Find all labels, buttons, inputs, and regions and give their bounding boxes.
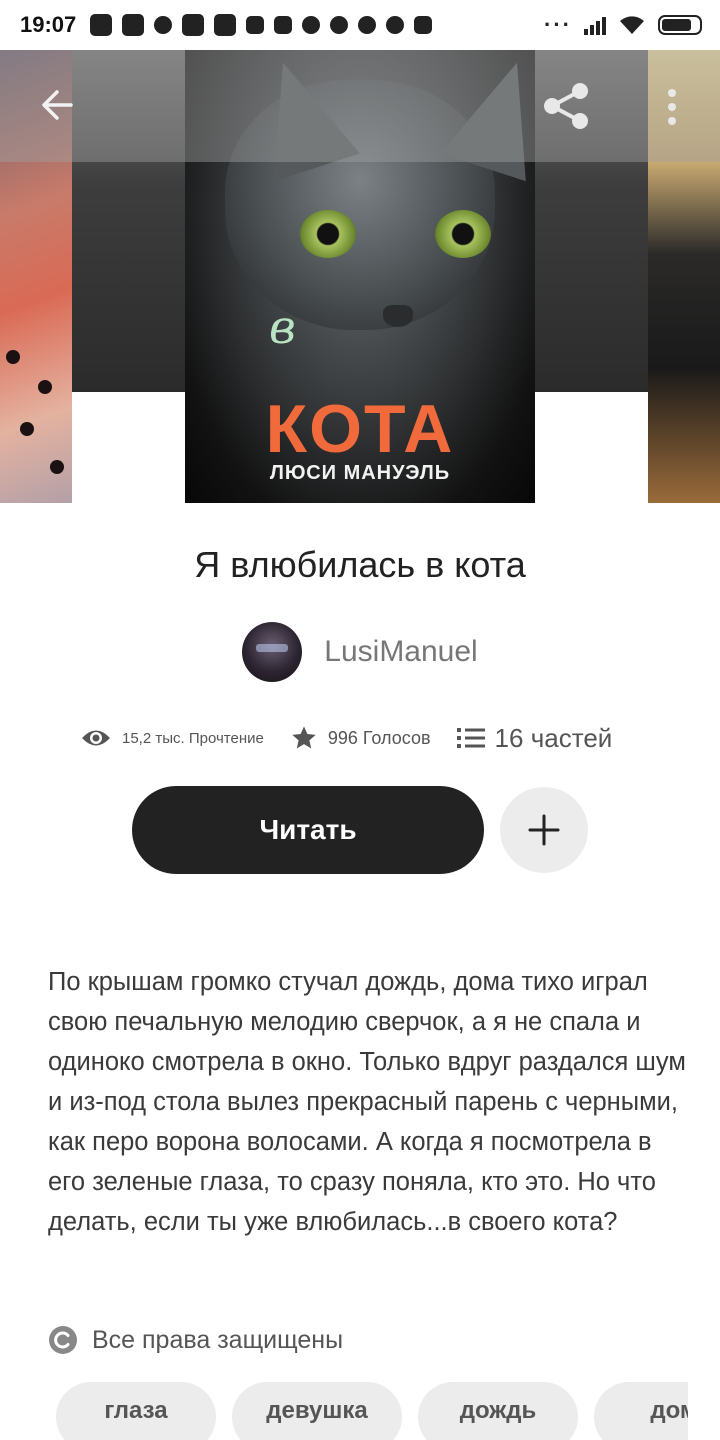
cover-preposition: в	[269, 300, 296, 354]
star-icon	[292, 726, 316, 749]
copyright-row: Все права защищены	[48, 1320, 343, 1360]
system-icons: ···	[544, 12, 702, 38]
votes-count: 996 Голосов	[327, 727, 431, 748]
cat-eye	[300, 210, 356, 258]
plus-icon	[528, 814, 560, 846]
story-stats: 15,2 тыс. Прочтение 996 Голосов 16 часте…	[80, 716, 660, 760]
author-row[interactable]: LusiManuel	[0, 620, 720, 684]
more-vertical-icon[interactable]	[654, 80, 690, 134]
arrow-left-icon	[42, 90, 73, 120]
download-icon	[414, 16, 433, 34]
tag-chip[interactable]: глаза	[56, 1382, 216, 1440]
reads-stat: 15,2 тыс. Прочтение	[80, 727, 264, 749]
drop-icon	[330, 16, 349, 34]
parts-stat: 16 частей	[456, 722, 613, 754]
tag-chip[interactable]: дождь	[418, 1382, 578, 1440]
copyright-text: Все права защищены	[92, 1325, 344, 1354]
assistant-icon	[154, 16, 173, 34]
cover-title: КОТА	[265, 391, 455, 467]
share-icon	[544, 83, 588, 129]
drop-icon	[302, 16, 321, 34]
youtube-icon	[214, 14, 237, 36]
drop-icon	[358, 16, 377, 34]
battery-icon	[658, 15, 702, 35]
youtube-icon	[182, 14, 205, 36]
notification-icons	[90, 14, 433, 36]
avatar[interactable]	[242, 622, 303, 682]
eye-icon	[82, 730, 110, 746]
tag-chip[interactable]: девушка	[232, 1382, 402, 1440]
reads-count: 15,2 тыс. Прочтение	[122, 729, 264, 747]
list-icon	[456, 728, 485, 748]
story-title: Я влюбилась в кота	[194, 544, 526, 585]
wifi-icon	[620, 16, 644, 34]
status-time: 19:07	[20, 12, 77, 37]
cover-author: ЛЮСИ МАНУЭЛЬ	[269, 462, 451, 484]
votes-stat: 996 Голосов	[290, 724, 431, 752]
app-notification-icon	[122, 14, 145, 36]
tiktok-icon	[246, 16, 265, 34]
story-description: По крышам громко стучал дождь, дома тихо…	[48, 968, 686, 1236]
tags-row: глаза девушка дождь дом	[56, 1382, 688, 1440]
app-notification-icon	[90, 14, 113, 36]
add-to-library-button[interactable]	[500, 787, 588, 873]
more-notifications-icon: ···	[544, 12, 572, 37]
share-button[interactable]	[538, 78, 594, 134]
cover-carousel[interactable]: в КОТА ЛЮСИ МАНУЭЛЬ	[0, 50, 720, 503]
copyright-icon	[49, 1326, 77, 1354]
status-bar: 19:07 ···	[0, 0, 720, 50]
cat-nose	[383, 305, 413, 327]
back-button[interactable]	[30, 78, 84, 132]
signal-icon	[584, 15, 606, 35]
toolbar-overlay	[0, 50, 720, 162]
tag-chip[interactable]: дом	[594, 1382, 688, 1440]
parts-count: 16 частей	[494, 722, 613, 753]
author-name[interactable]: LusiManuel	[324, 635, 477, 669]
read-button[interactable]: Читать	[132, 786, 484, 874]
cat-eye	[435, 210, 491, 258]
sync-icon	[386, 16, 405, 34]
tiktok-icon	[274, 16, 293, 34]
